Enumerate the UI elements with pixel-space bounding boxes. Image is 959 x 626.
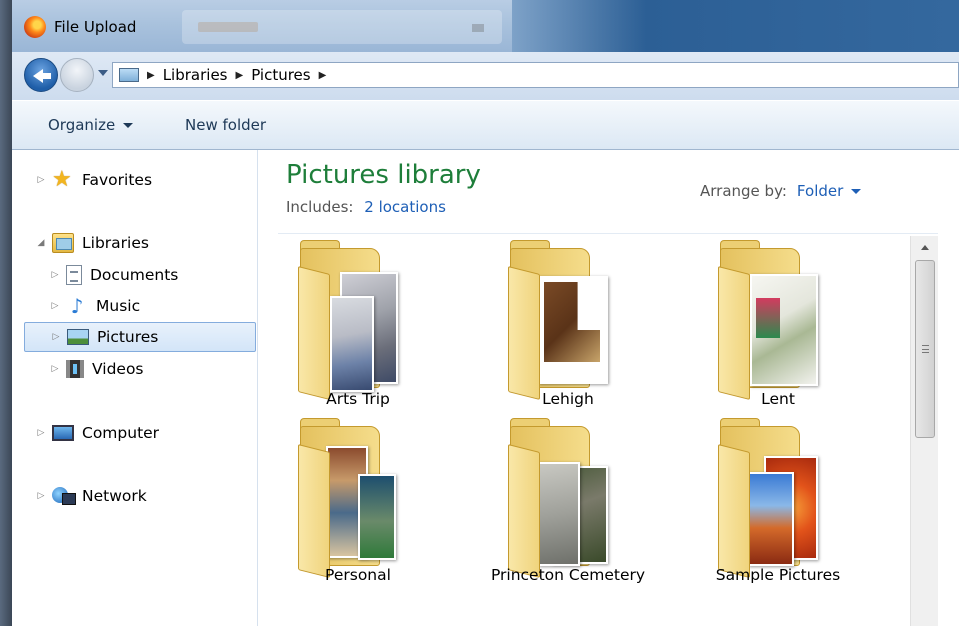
sidebar-item-music[interactable]: ▷ ♪ Music <box>50 291 141 321</box>
film-icon <box>66 360 84 378</box>
content-pane: Pictures library Includes: 2 locations A… <box>258 150 959 626</box>
scrollbar-thumb[interactable] <box>915 260 935 438</box>
music-note-icon: ♪ <box>70 294 84 318</box>
arrange-by-label: Arrange by: <box>700 182 787 200</box>
breadcrumb-pictures[interactable]: Pictures <box>251 66 310 84</box>
folder-tile[interactable]: Personal <box>258 416 458 606</box>
star-icon: ★ <box>52 167 72 192</box>
folder-label: Lent <box>761 390 795 408</box>
back-button[interactable] <box>24 58 58 92</box>
pictures-library-icon <box>119 68 139 82</box>
library-icon <box>52 233 74 253</box>
arrange-by-value: Folder <box>796 182 844 200</box>
sidebar-item-label: Network <box>82 487 147 505</box>
organize-label: Organize <box>48 116 116 134</box>
sidebar-item-network[interactable]: ▷ Network <box>36 481 147 511</box>
window-title: File Upload <box>18 8 178 46</box>
header-divider <box>278 233 938 234</box>
scroll-up-button[interactable] <box>911 236 939 258</box>
sidebar-item-videos[interactable]: ▷ Videos <box>50 354 144 384</box>
title-bar: File Upload <box>12 0 959 52</box>
expand-arrow-icon[interactable]: ▷ <box>50 270 60 280</box>
vertical-scrollbar[interactable] <box>910 236 938 626</box>
includes-label: Includes: <box>286 198 354 216</box>
window-frame <box>0 0 12 626</box>
folder-icon <box>508 418 610 578</box>
folder-label: Sample Pictures <box>715 566 841 584</box>
new-folder-button[interactable]: New folder <box>185 116 266 134</box>
breadcrumb-libraries[interactable]: Libraries <box>163 66 228 84</box>
folder-label: Lehigh <box>542 390 594 408</box>
new-folder-label: New folder <box>185 116 267 134</box>
sidebar-item-label: Libraries <box>82 234 149 252</box>
library-title: Pictures library <box>286 160 481 190</box>
background-tab <box>182 10 502 44</box>
file-upload-dialog: File Upload ▶ Libraries ▶ Pictures ▶ Org… <box>0 0 959 626</box>
organize-button[interactable]: Organize <box>48 116 134 134</box>
navigation-pane: ▷ ★ Favorites ◢ Libraries ▷ Documents ▷ … <box>12 150 258 626</box>
title-bar-background <box>512 0 959 52</box>
chevron-down-icon <box>123 122 134 128</box>
expand-arrow-icon[interactable]: ▷ <box>36 428 46 438</box>
expand-arrow-icon[interactable]: ▷ <box>51 332 61 342</box>
folder-tile[interactable]: Lent <box>678 238 878 428</box>
network-icon <box>52 487 76 505</box>
picture-icon <box>67 329 89 345</box>
folder-icon <box>298 240 400 400</box>
folder-tile[interactable]: Lehigh <box>468 238 668 428</box>
folder-label: Princeton Cemetery <box>490 566 646 584</box>
sidebar-item-label: Music <box>96 297 141 315</box>
recent-pages-dropdown[interactable] <box>98 70 108 76</box>
expand-arrow-icon[interactable]: ▷ <box>36 175 46 185</box>
breadcrumb-arrow-icon[interactable]: ▶ <box>319 70 327 81</box>
sidebar-item-label: Pictures <box>97 328 159 346</box>
expand-arrow-icon[interactable]: ▷ <box>36 491 46 501</box>
folder-icon <box>718 418 820 578</box>
address-row: ▶ Libraries ▶ Pictures ▶ <box>12 52 959 100</box>
folder-tile[interactable]: Arts Trip <box>258 238 458 428</box>
folder-icon <box>508 240 610 400</box>
sidebar-item-pictures[interactable]: ▷ Pictures <box>24 322 256 352</box>
sidebar-item-label: Computer <box>82 424 160 442</box>
folder-tile[interactable]: Princeton Cemetery <box>468 416 668 606</box>
window-title-text: File Upload <box>54 18 137 36</box>
sidebar-item-favorites[interactable]: ▷ ★ Favorites <box>36 165 152 195</box>
arrange-by: Arrange by: Folder <box>700 182 862 200</box>
folder-tile[interactable]: Sample Pictures <box>678 416 878 606</box>
folder-grid: Arts Trip Lehigh Lent Personal Princeton… <box>258 238 913 626</box>
sidebar-item-libraries[interactable]: ◢ Libraries <box>36 228 149 258</box>
address-bar[interactable]: ▶ Libraries ▶ Pictures ▶ <box>112 62 959 88</box>
firefox-icon <box>24 16 46 38</box>
folder-icon <box>298 418 400 578</box>
folder-icon <box>718 240 820 400</box>
collapse-arrow-icon[interactable]: ◢ <box>36 238 46 248</box>
locations-link[interactable]: 2 locations <box>364 198 446 216</box>
forward-button[interactable] <box>60 58 94 92</box>
expand-arrow-icon[interactable]: ▷ <box>50 364 60 374</box>
expand-arrow-icon[interactable]: ▷ <box>50 301 60 311</box>
arrange-by-dropdown[interactable]: Folder <box>796 182 862 200</box>
breadcrumb-arrow-icon[interactable]: ▶ <box>147 70 155 81</box>
breadcrumb-arrow-icon[interactable]: ▶ <box>236 70 244 81</box>
chevron-down-icon <box>851 188 862 194</box>
sidebar-item-label: Documents <box>90 266 179 284</box>
sidebar-item-computer[interactable]: ▷ Computer <box>36 418 160 448</box>
sidebar-item-label: Favorites <box>82 171 153 189</box>
sidebar-item-documents[interactable]: ▷ Documents <box>50 260 178 290</box>
computer-icon <box>52 425 74 441</box>
command-bar: Organize New folder <box>12 100 959 150</box>
sidebar-item-label: Videos <box>92 360 144 378</box>
document-icon <box>66 265 82 285</box>
folder-label: Personal <box>325 566 391 584</box>
folder-label: Arts Trip <box>326 390 390 408</box>
library-includes: Includes: 2 locations <box>286 198 446 216</box>
grip-icon <box>922 345 929 353</box>
